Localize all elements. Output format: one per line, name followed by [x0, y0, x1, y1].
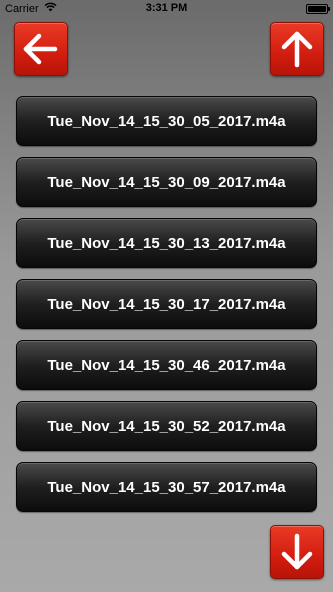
scroll-up-button[interactable]: [270, 22, 324, 76]
status-bar: Carrier 3:31 PM: [0, 0, 333, 18]
file-item[interactable]: Tue_Nov_14_15_30_05_2017.m4a: [16, 96, 317, 146]
back-button[interactable]: [14, 22, 68, 76]
file-item[interactable]: Tue_Nov_14_15_30_17_2017.m4a: [16, 279, 317, 329]
file-item[interactable]: Tue_Nov_14_15_30_46_2017.m4a: [16, 340, 317, 390]
file-item[interactable]: Tue_Nov_14_15_30_57_2017.m4a: [16, 462, 317, 512]
scroll-down-button[interactable]: [270, 525, 324, 579]
file-list: Tue_Nov_14_15_30_05_2017.m4a Tue_Nov_14_…: [16, 96, 317, 523]
file-item[interactable]: Tue_Nov_14_15_30_13_2017.m4a: [16, 218, 317, 268]
battery-level: [308, 6, 326, 12]
file-item[interactable]: Tue_Nov_14_15_30_52_2017.m4a: [16, 401, 317, 451]
file-item[interactable]: Tue_Nov_14_15_30_09_2017.m4a: [16, 157, 317, 207]
arrow-up-icon: [281, 31, 313, 68]
status-time: 3:31 PM: [145, 2, 188, 14]
arrow-down-icon: [281, 533, 313, 570]
battery-icon: [306, 4, 330, 14]
arrow-left-icon: [23, 33, 58, 65]
